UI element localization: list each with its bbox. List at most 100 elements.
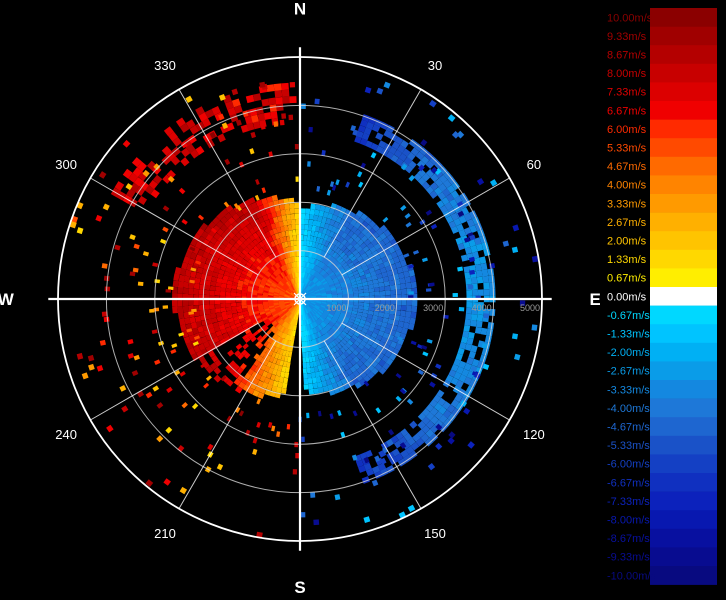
echo-cell-positive — [182, 287, 189, 295]
echo-cell-ring — [476, 314, 484, 322]
echo-cell-negative — [385, 290, 391, 296]
echo-cell-positive — [219, 299, 226, 304]
legend-swatch — [650, 156, 717, 176]
echo-cell-ring — [470, 277, 478, 284]
echo-cell-ring — [472, 289, 479, 296]
echo-cell-positive — [220, 303, 226, 308]
echo-cell-negative — [368, 287, 375, 293]
echo-cell-ring — [464, 319, 471, 326]
echo-cell-negative — [410, 281, 417, 289]
legend-label: -1.33m/s — [607, 329, 650, 341]
echo-cell-negative — [399, 277, 406, 285]
echo-cell-ring — [465, 313, 472, 320]
echo-cell-noise — [292, 469, 298, 475]
echo-cell-positive — [295, 224, 300, 230]
echo-cell-negative — [399, 315, 406, 322]
legend-label: -6.67m/s — [607, 477, 650, 489]
echo-cell-negative — [300, 213, 306, 220]
legend-swatch — [650, 175, 717, 195]
echo-cell-negative — [358, 289, 364, 294]
legend-swatch — [650, 231, 717, 251]
echo-cell-negative — [304, 219, 309, 225]
echo-cell-ring — [475, 270, 483, 278]
echo-cell-positive — [294, 213, 300, 220]
echo-cell-ring — [465, 278, 472, 285]
echo-cell-positive — [177, 300, 183, 307]
echo-cell-noise — [104, 286, 111, 292]
echo-cell-noise — [511, 333, 519, 340]
echo-cell-positive — [203, 289, 210, 296]
legend-label: 8.67m/s — [607, 50, 647, 62]
echo-cell-positive — [171, 300, 178, 307]
legend-swatch — [650, 249, 717, 269]
echo-cell-positive — [293, 240, 297, 246]
echo-cell-ring — [489, 288, 496, 296]
legend-label: -9.33m/s — [607, 552, 650, 564]
echo-cell-positive — [214, 299, 221, 305]
echo-cell-positive — [172, 306, 178, 314]
echo-cell-noise — [137, 281, 144, 287]
echo-cell-noise — [310, 492, 316, 498]
echo-cell-negative — [373, 287, 380, 292]
legend-label: -2.00m/s — [607, 347, 650, 359]
legend-swatch — [650, 8, 717, 27]
echo-cell-negative — [302, 362, 307, 369]
echo-cell-negative — [302, 368, 307, 374]
compass-label-e: E — [590, 290, 600, 309]
echo-cell-noise — [295, 176, 299, 182]
echo-cell-positive — [193, 288, 200, 295]
echo-cell-negative — [400, 288, 407, 295]
legend-swatch — [650, 435, 717, 455]
echo-cell-negative — [309, 214, 315, 220]
echo-cell-ring — [463, 325, 471, 332]
echo-cell-negative — [302, 352, 306, 358]
range-label: 1000 — [326, 303, 346, 313]
range-label: 2000 — [375, 303, 395, 313]
echo-cell-noise — [425, 288, 432, 292]
legend-swatch — [650, 268, 717, 288]
echo-cell-noise — [307, 161, 311, 167]
echo-cell-ring — [475, 320, 483, 328]
echo-cell-noise — [429, 282, 435, 287]
echo-cell-positive — [280, 387, 287, 394]
echo-cell-ring — [470, 314, 478, 321]
echo-cell-positive — [209, 290, 215, 296]
legend-label: -8.67m/s — [607, 533, 650, 545]
echo-cell-noise — [458, 307, 465, 312]
echo-cell-noise — [295, 452, 300, 459]
echo-cell-negative — [305, 357, 310, 363]
legend-label: 4.67m/s — [607, 161, 647, 173]
legend-swatch — [650, 547, 717, 567]
echo-cell-noise — [452, 293, 458, 297]
echo-cell-negative — [400, 310, 407, 317]
echo-cell-positive — [209, 304, 215, 310]
echo-cell-ring — [273, 83, 282, 91]
echo-cell-noise — [408, 291, 414, 295]
legend-swatch — [650, 473, 717, 492]
echo-cell-ring — [281, 89, 290, 97]
echo-cell-negative — [374, 291, 381, 296]
echo-cell-positive — [286, 214, 292, 220]
echo-cell-noise — [301, 103, 306, 109]
echo-cell-positive — [203, 304, 210, 310]
bearing-label: 120 — [523, 427, 545, 442]
echo-cell-ring — [483, 282, 490, 290]
echo-cell-positive — [172, 280, 179, 288]
legend-label: 5.33m/s — [607, 143, 647, 155]
echo-cell-negative — [411, 305, 418, 313]
echo-cell-positive — [215, 286, 221, 292]
echo-cell-negative — [411, 299, 418, 307]
legend-swatch — [650, 119, 717, 139]
range-label: 3000 — [423, 303, 443, 313]
echo-cell-positive — [279, 204, 286, 211]
bearing-label: 330 — [154, 58, 176, 73]
legend-label: 0.67m/s — [607, 273, 647, 285]
echo-cell-negative — [303, 235, 308, 241]
echo-cell-positive — [236, 302, 242, 307]
legend-label: 8.00m/s — [607, 68, 647, 80]
legend-swatch — [650, 324, 717, 344]
echo-cell-ring — [480, 327, 488, 336]
legend-swatch — [650, 361, 717, 381]
echo-cell-positive — [288, 230, 293, 236]
echo-cell-positive — [220, 287, 226, 293]
